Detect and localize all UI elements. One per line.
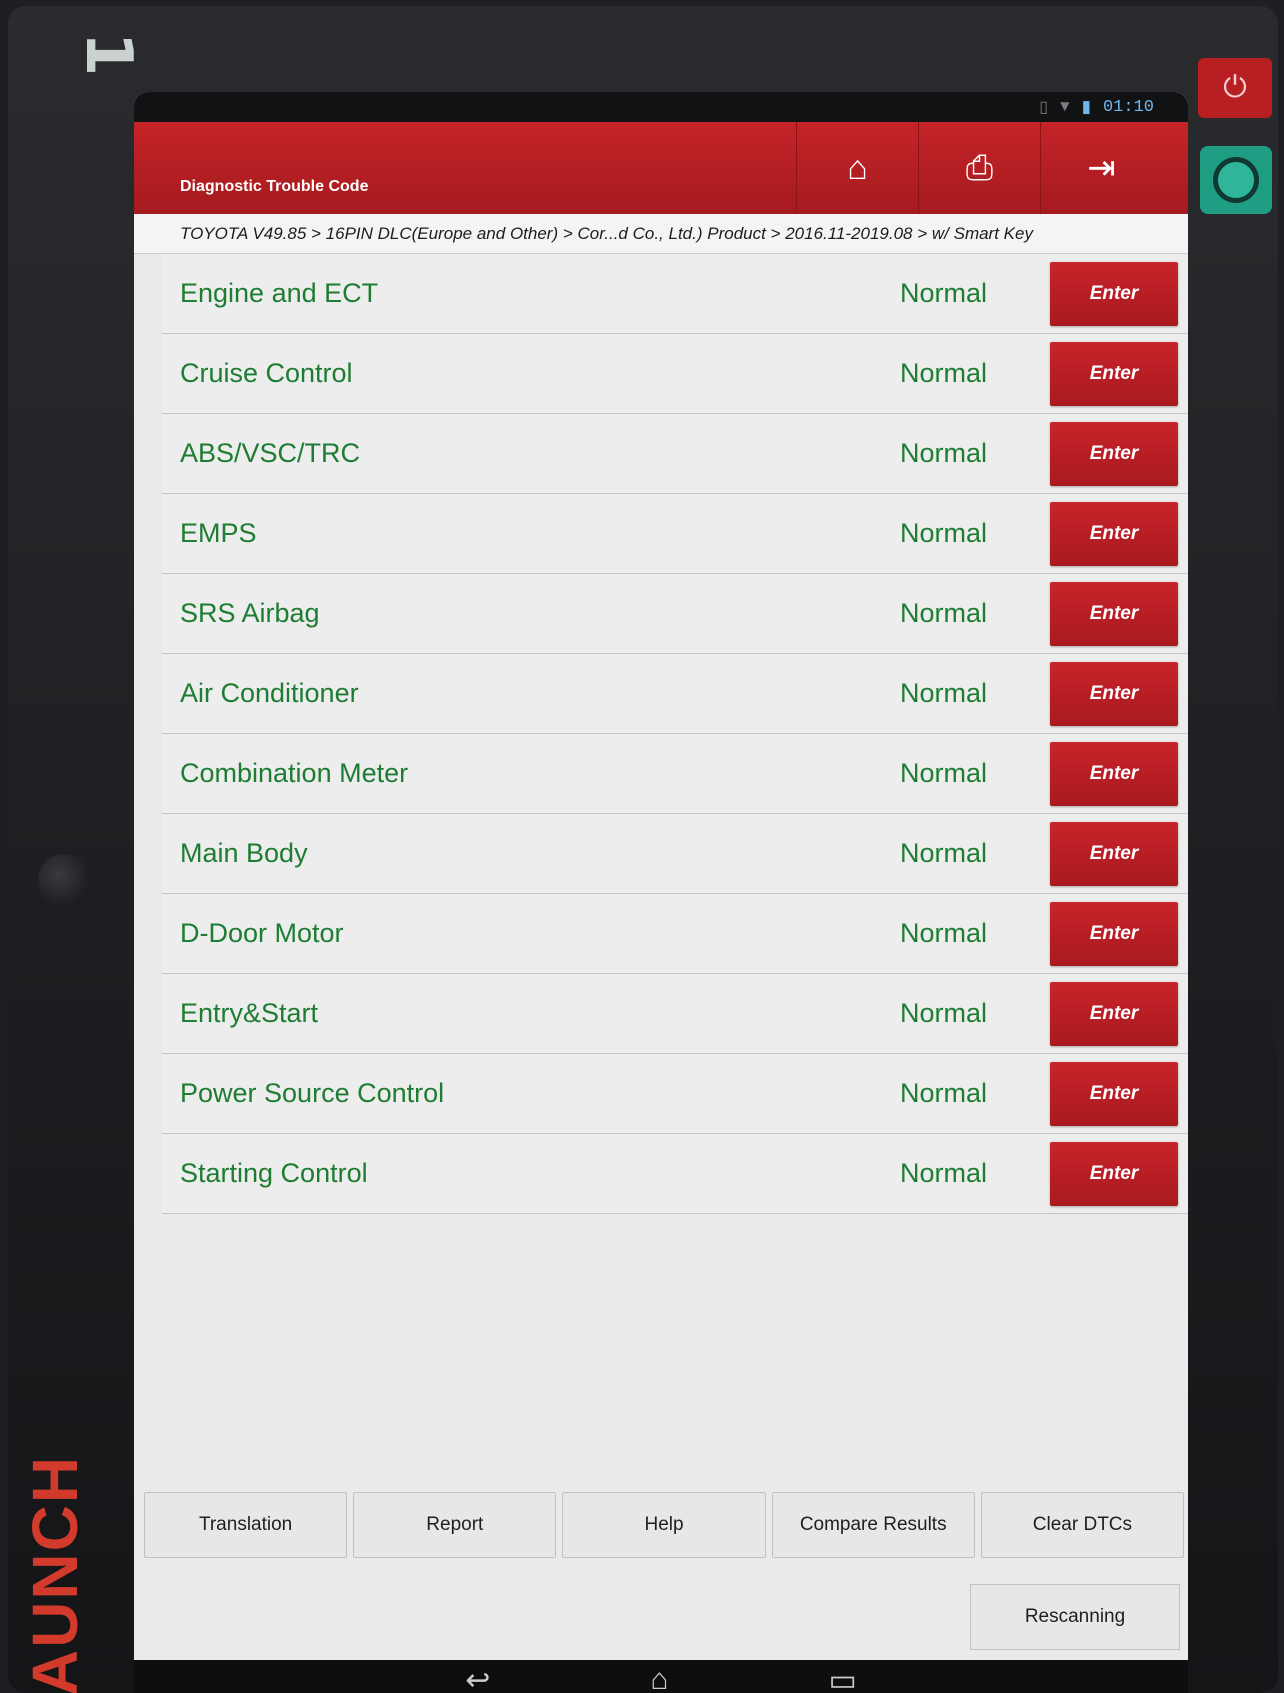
home-button[interactable]: ⌂ [796, 122, 918, 214]
enter-button[interactable]: Enter [1050, 421, 1178, 486]
system-status: Normal [900, 518, 988, 548]
enter-button[interactable]: Enter [1050, 1141, 1178, 1206]
wifi-icon: ▼ [1060, 98, 1070, 116]
system-status: Normal [900, 678, 988, 708]
recents-icon[interactable]: ▭ [828, 1663, 856, 1693]
system-name: Engine and ECT [180, 278, 379, 308]
android-nav-bar: ↩ ⌂ ▭ [134, 1660, 1188, 1693]
system-name: ABS/VSC/TRC [180, 438, 361, 468]
report-button[interactable]: Report [353, 1492, 557, 1558]
system-name: Power Source Control [180, 1078, 445, 1108]
camera-icon [1213, 157, 1259, 203]
enter-button[interactable]: Enter [1050, 741, 1178, 806]
system-name: EMPS [180, 518, 257, 548]
home-icon: ⌂ [847, 148, 868, 187]
system-row: Starting Control Normal Enter [162, 1134, 1188, 1214]
vci-hardware-key[interactable]: ⏻ [1198, 58, 1272, 118]
enter-button[interactable]: Enter [1050, 1061, 1178, 1126]
enter-button[interactable]: Enter [1050, 821, 1178, 886]
system-row: EMPS Normal Enter [162, 494, 1188, 574]
system-status: Normal [900, 358, 988, 388]
page-title: Diagnostic Trouble Code [180, 178, 369, 195]
system-status: Normal [900, 918, 988, 948]
compare-results-button[interactable]: Compare Results [771, 1492, 975, 1558]
system-name: Entry&Start [180, 998, 319, 1028]
print-icon: ⎙ [965, 148, 994, 187]
status-bar: ▯ ▼ ▮ 01:10 [134, 92, 1188, 122]
vci-icon: ⏻ [1223, 71, 1247, 104]
system-row: Power Source Control Normal Enter [162, 1054, 1188, 1134]
system-name: Combination Meter [180, 758, 409, 788]
enter-button[interactable]: Enter [1050, 661, 1178, 726]
system-name: Cruise Control [180, 358, 353, 388]
app-screen: ▯ ▼ ▮ 01:10 Diagnostic Trouble Code ⌂ ⎙ … [134, 92, 1188, 1693]
translation-button[interactable]: Translation [144, 1492, 348, 1558]
enter-button[interactable]: Enter [1050, 901, 1178, 966]
print-button[interactable]: ⎙ [918, 122, 1040, 214]
system-row: Engine and ECT Normal Enter [162, 254, 1188, 334]
breadcrumb: TOYOTA V49.85 > 16PIN DLC(Europe and Oth… [134, 214, 1188, 254]
device-number-label: 1 [71, 31, 145, 77]
system-status: Normal [900, 758, 988, 788]
battery-icon: ▮ [1081, 98, 1091, 118]
system-row: SRS Airbag Normal Enter [162, 574, 1188, 654]
enter-button[interactable]: Enter [1050, 341, 1178, 406]
enter-button[interactable]: Enter [1050, 981, 1178, 1046]
status-time: 01:10 [1102, 97, 1154, 117]
brand-logo: AUNCH [19, 1454, 91, 1693]
system-row: Air Conditioner Normal Enter [162, 654, 1188, 734]
side-hardware-button[interactable] [38, 854, 90, 906]
system-status: Normal [900, 1078, 988, 1108]
enter-button[interactable]: Enter [1050, 501, 1178, 566]
system-row: Main Body Normal Enter [162, 814, 1188, 894]
rescanning-button[interactable]: Rescanning [970, 1584, 1180, 1650]
enter-button[interactable]: Enter [1050, 261, 1178, 326]
home-nav-icon[interactable]: ⌂ [650, 1663, 668, 1693]
system-status: Normal [900, 438, 988, 468]
system-name: Main Body [180, 838, 308, 868]
camera-hardware-key[interactable] [1200, 146, 1272, 214]
bottom-toolbar: Translation Report Help Compare Results … [144, 1492, 1185, 1558]
system-status: Normal [900, 998, 988, 1028]
exit-icon: ⇥ [1087, 149, 1116, 187]
system-row: Entry&Start Normal Enter [162, 974, 1188, 1054]
system-row: Combination Meter Normal Enter [162, 734, 1188, 814]
help-button[interactable]: Help [562, 1492, 766, 1558]
clear-dtcs-button[interactable]: Clear DTCs [980, 1492, 1185, 1558]
system-status: Normal [900, 1158, 988, 1188]
system-status: Normal [900, 278, 988, 308]
system-row: Cruise Control Normal Enter [162, 334, 1188, 414]
system-status: Normal [900, 598, 988, 628]
sim-icon: ▯ [1039, 99, 1049, 117]
back-icon[interactable]: ↩ [465, 1663, 490, 1693]
system-name: Air Conditioner [180, 678, 359, 708]
system-name: Starting Control [180, 1158, 368, 1188]
enter-button[interactable]: Enter [1050, 581, 1178, 646]
system-row: D-Door Motor Normal Enter [162, 894, 1188, 974]
system-status: Normal [900, 838, 988, 868]
system-row: ABS/VSC/TRC Normal Enter [162, 414, 1188, 494]
system-name: SRS Airbag [180, 598, 320, 628]
system-list: Engine and ECT Normal Enter Cruise Contr… [162, 254, 1188, 1214]
system-name: D-Door Motor [180, 918, 344, 948]
title-bar: Diagnostic Trouble Code ⌂ ⎙ ⇥ [134, 122, 1188, 214]
exit-button[interactable]: ⇥ [1040, 122, 1162, 214]
